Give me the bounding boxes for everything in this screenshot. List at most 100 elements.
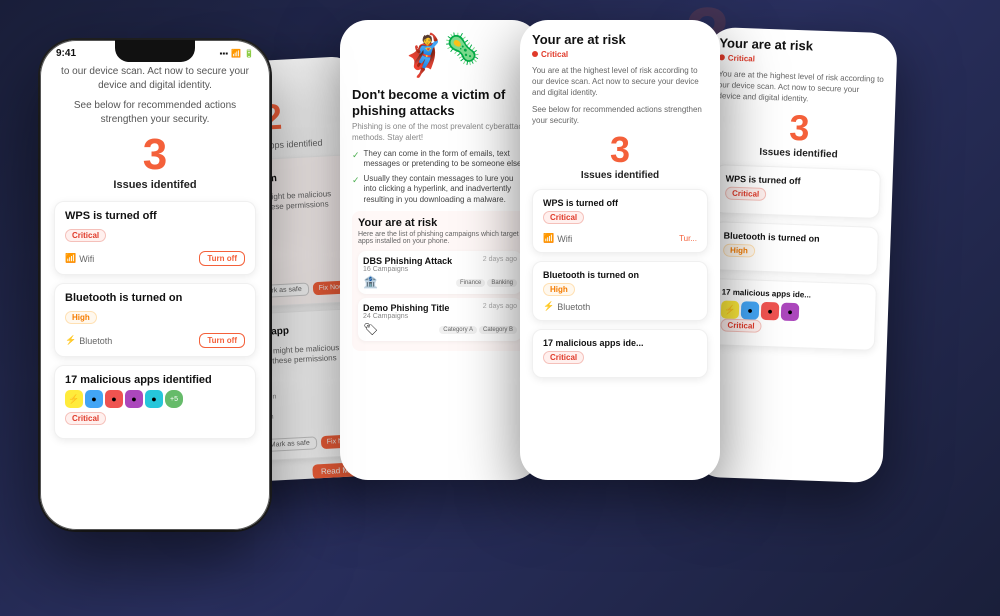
dup-apps-title: 17 malicious apps ide...: [722, 288, 866, 302]
dup-risk-badge: Critical: [719, 53, 755, 63]
main-phone: 9:41 ▪▪▪ 📶 🔋 to our device scan. Act now…: [40, 40, 270, 530]
risk-wps-action: Tur...: [679, 234, 697, 243]
dup-app-2: ●: [741, 301, 760, 320]
dbs-campaigns: 16 Campaigns: [363, 266, 452, 273]
dup-app-4: ●: [781, 303, 800, 322]
dup-apps-card: 17 malicious apps ide... ⚡ ● ● ● Critica…: [709, 278, 877, 351]
demo-header: Demo Phishing Title 24 Campaigns 2 days …: [363, 303, 517, 320]
risk-wps-card: WPS is turned off Critical 📶 Wifi Tur...: [532, 189, 708, 253]
risk-bt-sub: ⚡ Bluetoth: [543, 301, 697, 312]
risk-critical-badge: Critical: [532, 50, 568, 59]
risk-wps-sub: 📶 Wifi: [543, 233, 572, 244]
malicious-apps-title: 17 malicious apps identified: [65, 374, 245, 386]
dup-app-1: ⚡: [721, 301, 740, 320]
phishing-risk-sub: Here are the list of phishing campaigns …: [358, 231, 522, 245]
whatsapp-safe-button[interactable]: Mark as safe: [262, 436, 317, 452]
phishing-risk-title: Your are at risk: [358, 217, 522, 229]
dbs-header: DBS Phishing Attack 16 Campaigns 2 days …: [363, 256, 517, 273]
dup-bt-badge: High: [723, 244, 755, 258]
bluetooth-title: Bluetooth is turned on: [65, 292, 245, 304]
check-mark-2: ✓: [352, 175, 360, 205]
wps-issue-card: WPS is turned off Critical 📶 Wifi Turn o…: [54, 201, 256, 275]
wifi-icon: 📶: [231, 49, 241, 58]
bluetooth-severity-badge: High: [65, 311, 97, 324]
bg-phone-phishing: 🦸 🦠 Don't become a victim of phishing at…: [340, 20, 540, 480]
wifi-icon-risk: 📶: [543, 233, 554, 244]
risk-screen-content: Your are at risk Critical You are at the…: [520, 20, 720, 480]
dbs-tags: Finance Banking: [456, 279, 517, 287]
dbs-title: DBS Phishing Attack: [363, 256, 452, 266]
phone-main-content: to our device scan. Act now to secure yo…: [40, 61, 270, 519]
risk-bt-title: Bluetooth is turned on: [543, 270, 697, 280]
bluetooth-icon-small: ⚡: [65, 335, 76, 346]
bluetooth-issue-card: Bluetooth is turned on High ⚡ Bluetoth T…: [54, 283, 256, 357]
app-icon-more: +5: [165, 390, 183, 408]
bluetooth-action-row: ⚡ Bluetoth Turn off: [65, 333, 245, 348]
critical-red-dot: [532, 51, 538, 57]
time-display: 9:41: [56, 48, 76, 59]
demo-tag-1: Category A: [439, 326, 477, 334]
phishing-subtitle: Phishing is one of the most prevalent cy…: [352, 122, 528, 143]
check-mark-1: ✓: [352, 150, 360, 170]
risk-apps-card: 17 malicious apps ide... Critical: [532, 329, 708, 378]
battery-icon: 🔋: [244, 49, 254, 58]
apps-icons-row: ⚡ ● ● ● ● +5: [65, 390, 245, 408]
dup-wps-badge: Critical: [725, 187, 767, 201]
demo-campaigns: 24 Campaigns: [363, 313, 449, 320]
wps-title: WPS is turned off: [65, 210, 245, 222]
issues-label: Issues identifed: [54, 179, 256, 191]
wifi-icon-small: 📶: [65, 253, 76, 264]
demo-date: 2 days ago: [483, 303, 517, 310]
bg-phone-duplicate: Your are at risk Critical You are at the…: [692, 27, 898, 483]
dbs-bottom: 🏦 Finance Banking: [363, 275, 517, 289]
demo-left: Demo Phishing Title 24 Campaigns: [363, 303, 449, 320]
issues-count: 3: [54, 133, 256, 177]
phishing-character: 🦸: [399, 32, 449, 79]
dup-issues-count: 3: [716, 107, 883, 149]
risk-wps-badge: Critical: [543, 211, 584, 224]
wps-severity-badge: Critical: [65, 229, 106, 242]
demo-bottom: 🏷 Category A Category B: [363, 322, 517, 336]
intro-text-2: See below for recommended actions streng…: [54, 99, 256, 127]
duplicate-screen-content: Your are at risk Critical You are at the…: [692, 27, 898, 483]
risk-issues-count: 3: [532, 132, 708, 168]
dbs-tag-1: Finance: [456, 279, 485, 287]
wps-turn-off-button[interactable]: Turn off: [199, 251, 245, 266]
wps-sub: 📶 Wifi: [65, 253, 94, 264]
demo-tags: Category A Category B: [439, 326, 517, 334]
check-item-1: ✓ They can come in the form of emails, t…: [352, 149, 528, 170]
wps-action-row: 📶 Wifi Turn off: [65, 251, 245, 266]
phishing-risk-section: Your are at risk Here are the list of ph…: [352, 211, 528, 351]
bt-icon-risk: ⚡: [543, 301, 554, 312]
intro-text-1: to our device scan. Act now to secure yo…: [54, 65, 256, 93]
risk-body-text: You are at the highest level of risk acc…: [532, 65, 708, 99]
phishing-screen-content: 🦸 🦠 Don't become a victim of phishing at…: [340, 20, 540, 480]
dup-app-3: ●: [761, 302, 780, 321]
phishing-illustration: 🦸 🦠: [352, 32, 528, 79]
dbs-phish-item: DBS Phishing Attack 16 Campaigns 2 days …: [358, 251, 522, 294]
app-icon-1: ⚡: [65, 390, 83, 408]
signal-icon: ▪▪▪: [220, 49, 229, 58]
risk-header-title: Your are at risk: [532, 32, 708, 47]
bluetooth-turn-off-button[interactable]: Turn off: [199, 333, 245, 348]
dup-body-text: You are at the highest level of risk acc…: [717, 68, 884, 107]
risk-wps-title: WPS is turned off: [543, 198, 697, 208]
check-item-2: ✓ Usually they contain messages to lure …: [352, 174, 528, 205]
malicious-apps-severity-badge: Critical: [65, 412, 106, 425]
app-icon-2: ●: [85, 390, 103, 408]
demo-title: Demo Phishing Title: [363, 303, 449, 313]
malicious-apps-card: 17 malicious apps identified ⚡ ● ● ● ● +…: [54, 365, 256, 439]
bluetooth-sub: ⚡ Bluetoth: [65, 335, 112, 346]
phishing-title: Don't become a victim of phishing attack…: [352, 87, 528, 118]
risk-bt-card: Bluetooth is turned on High ⚡ Bluetoth: [532, 261, 708, 321]
dbs-logo: 🏦: [363, 275, 378, 289]
risk-apps-badge: Critical: [543, 351, 584, 364]
virus-character: 🦠: [444, 32, 481, 79]
risk-bt-badge: High: [543, 283, 575, 296]
dbs-tag-2: Banking: [487, 279, 517, 287]
dbs-left: DBS Phishing Attack 16 Campaigns: [363, 256, 452, 273]
demo-tag-2: Category B: [479, 326, 517, 334]
risk-recommendation: See below for recommended actions streng…: [532, 104, 708, 126]
demo-logo: 🏷: [363, 322, 378, 336]
risk-wps-row: 📶 Wifi Tur...: [543, 233, 697, 244]
